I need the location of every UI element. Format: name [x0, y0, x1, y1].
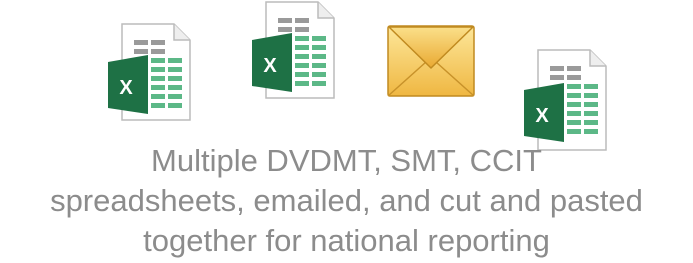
caption-line-3: together for national reporting: [143, 223, 550, 258]
envelope-icon: [387, 25, 475, 97]
excel-logo-letter: X: [119, 77, 133, 99]
caption-line-2: spreadsheets, emailed, and cut and paste…: [50, 183, 643, 218]
excel-spreadsheet-icon: X: [524, 49, 607, 151]
excel-logo-letter: X: [535, 105, 549, 127]
caption-line-1: Multiple DVDMT, SMT, CCIT: [151, 143, 542, 178]
excel-logo-letter: X: [263, 55, 277, 77]
excel-spreadsheet-icon: X: [252, 1, 335, 99]
excel-spreadsheet-icon: X: [108, 23, 191, 121]
